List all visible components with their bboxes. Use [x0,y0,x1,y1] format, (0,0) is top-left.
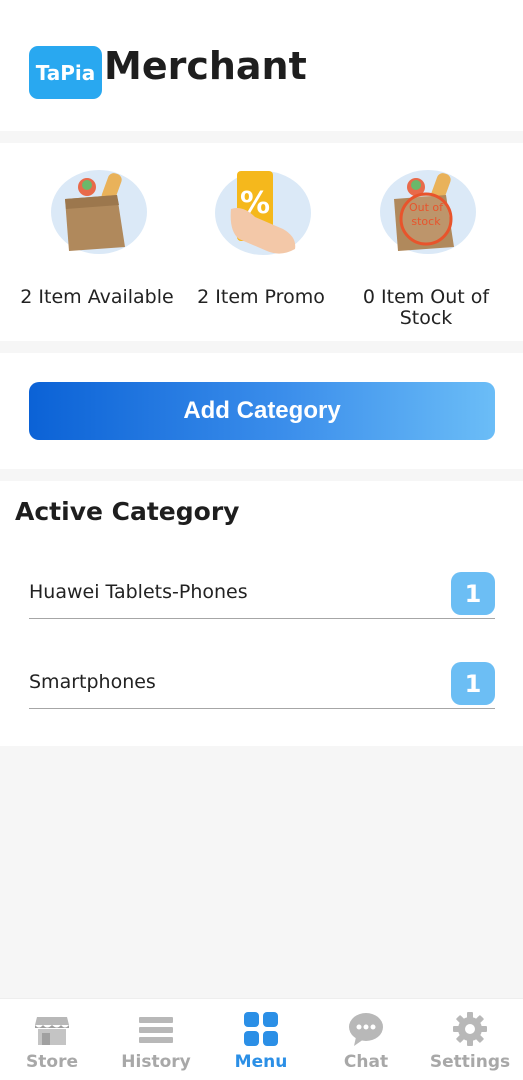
app-header: TaPia Merchant [0,0,523,131]
promo-card-icon: % [211,167,311,259]
out-of-stock-icon: Out of stock [376,167,476,259]
nav-chat[interactable]: Chat [314,1011,418,1072]
stat-promo[interactable]: % 2 Item Promo [176,167,346,308]
nav-store[interactable]: Store [0,1011,104,1072]
app-logo: TaPia [29,46,102,99]
stat-available[interactable]: 2 Item Available [12,167,182,308]
category-name: Smartphones [29,670,156,693]
page-title: Merchant [104,44,307,88]
store-icon [34,1011,70,1047]
history-icon [138,1011,174,1047]
stamp-text: Out of stock [408,201,444,228]
add-category-button[interactable]: Add Category [29,382,495,440]
nav-label: Store [26,1052,78,1072]
stat-promo-label: 2 Item Promo [197,286,325,308]
nav-label: Chat [343,1052,389,1072]
nav-settings[interactable]: Settings [418,1011,522,1072]
grocery-bag-icon [47,167,147,259]
active-category-section: Active Category Huawei Tablets-Phones 1 … [0,481,523,746]
gear-icon [452,1011,488,1047]
section-title: Active Category [15,497,240,526]
bottom-nav: Store History Menu Chat Settings [0,998,523,1080]
add-category-section: Add Category [0,353,523,469]
stats-panel: 2 Item Available % 2 Item Promo Out of s… [0,143,523,341]
category-row[interactable]: Smartphones 1 [29,655,495,709]
nav-label: Menu [234,1052,288,1072]
stat-out-of-stock-label: 0 Item Out of Stock [362,286,490,329]
category-count-badge: 1 [451,662,495,705]
menu-grid-icon [243,1011,279,1047]
category-count-badge: 1 [451,572,495,615]
nav-label: Settings [429,1052,511,1072]
logo-text: TaPia [35,60,96,85]
category-row[interactable]: Huawei Tablets-Phones 1 [29,565,495,619]
chat-icon [348,1011,384,1047]
category-name: Huawei Tablets-Phones [29,580,248,603]
nav-label: History [121,1052,191,1072]
stat-out-of-stock[interactable]: Out of stock 0 Item Out of Stock [341,167,511,329]
nav-menu[interactable]: Menu [209,1011,313,1072]
nav-history[interactable]: History [104,1011,208,1072]
stat-available-label: 2 Item Available [20,286,174,308]
